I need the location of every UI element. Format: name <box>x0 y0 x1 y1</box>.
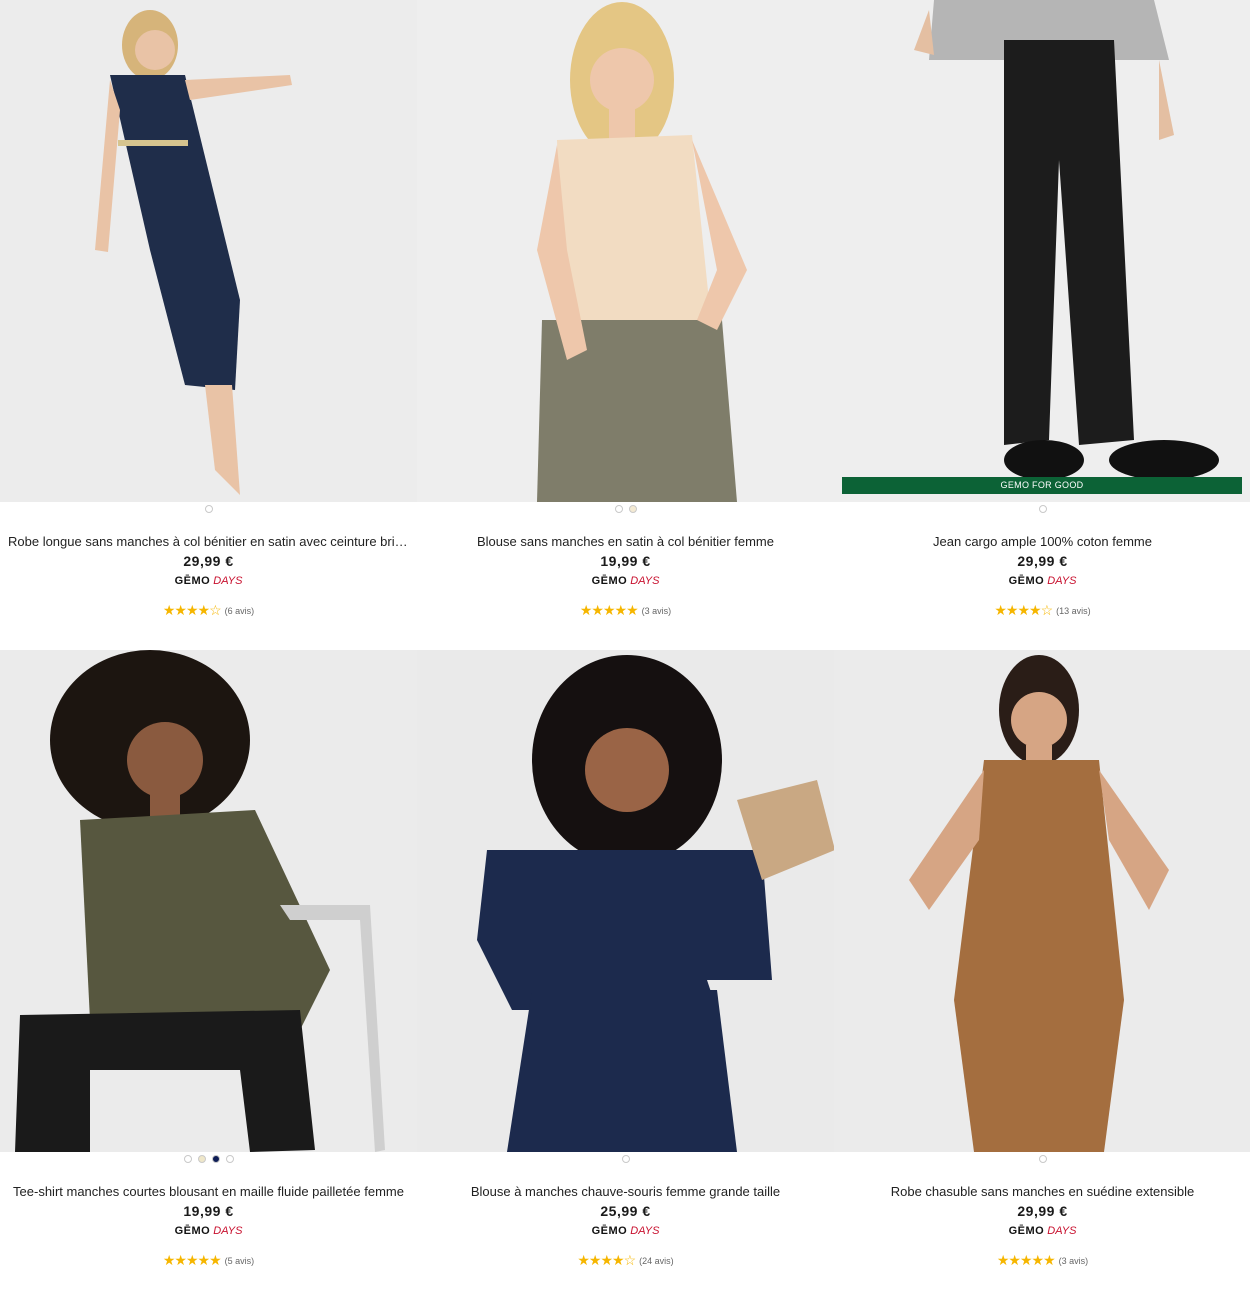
promo-brand: GĒMO <box>174 575 211 587</box>
star-rating-icon: ★★★★☆ <box>577 1252 636 1268</box>
promo-label: GĒMO DAYS <box>834 1225 1250 1237</box>
product-title[interactable]: Blouse à manches chauve-souris femme gra… <box>425 1184 826 1199</box>
product-image[interactable] <box>417 0 834 502</box>
promo-label: GĒMO DAYS <box>834 575 1250 587</box>
product-card[interactable]: Tee-shirt manches courtes blousant en ma… <box>0 650 417 1300</box>
promo-days: DAYS <box>630 575 660 587</box>
color-swatch[interactable] <box>211 1155 220 1163</box>
color-swatches <box>417 1155 834 1165</box>
product-price: 29,99 € <box>1017 553 1068 569</box>
product-card[interactable]: Robe chasuble sans manches en suédine ex… <box>834 650 1250 1300</box>
product-card[interactable]: Blouse à manches chauve-souris femme gra… <box>417 650 834 1300</box>
product-price: 29,99 € <box>183 553 234 569</box>
rating: ★★★★★ (5 avis) <box>0 1252 417 1269</box>
review-count[interactable]: (13 avis) <box>1056 606 1091 616</box>
rating: ★★★★☆ (6 avis) <box>0 602 417 619</box>
color-swatch[interactable] <box>1038 505 1047 513</box>
color-swatch[interactable] <box>621 1155 630 1163</box>
star-rating-icon: ★★★★☆ <box>994 602 1053 618</box>
star-rating-icon: ★★★★★ <box>162 1252 222 1268</box>
promo-brand: GĒMO <box>174 1225 211 1237</box>
product-title[interactable]: Blouse sans manches en satin à col bénit… <box>425 534 826 549</box>
promo-days: DAYS <box>213 575 243 587</box>
rating: ★★★★☆ (13 avis) <box>834 602 1250 619</box>
color-swatches <box>0 505 417 515</box>
product-image[interactable] <box>834 650 1250 1152</box>
product-title[interactable]: Robe chasuble sans manches en suédine ex… <box>842 1184 1243 1199</box>
promo-label: GĒMO DAYS <box>0 575 417 587</box>
sustainability-badge: GEMO FOR GOOD <box>842 477 1242 494</box>
product-image[interactable]: GEMO FOR GOOD <box>834 0 1250 502</box>
review-count[interactable]: (6 avis) <box>225 606 255 616</box>
product-card[interactable]: Robe longue sans manches à col bénitier … <box>0 0 417 650</box>
product-card[interactable]: GEMO FOR GOOD Jean cargo ample 100% coton… <box>834 0 1250 650</box>
color-swatch[interactable] <box>204 505 213 513</box>
review-count[interactable]: (3 avis) <box>1059 1256 1089 1266</box>
promo-days: DAYS <box>1047 1225 1077 1237</box>
product-card[interactable]: Blouse sans manches en satin à col bénit… <box>417 0 834 650</box>
color-swatch[interactable] <box>614 505 623 513</box>
product-price: 29,99 € <box>1017 1203 1068 1219</box>
review-count[interactable]: (3 avis) <box>642 606 672 616</box>
color-swatch[interactable] <box>225 1155 234 1163</box>
star-rating-icon: ★★★★★ <box>996 1252 1056 1268</box>
product-image[interactable] <box>0 650 417 1152</box>
promo-brand: GĒMO <box>591 575 628 587</box>
product-price: 19,99 € <box>600 553 651 569</box>
product-title[interactable]: Robe longue sans manches à col bénitier … <box>8 534 409 549</box>
rating: ★★★★☆ (24 avis) <box>417 1252 834 1269</box>
star-rating-icon: ★★★★☆ <box>162 602 222 618</box>
color-swatches <box>0 1155 417 1165</box>
color-swatches <box>834 505 1250 515</box>
color-swatches <box>834 1155 1250 1165</box>
product-price: 19,99 € <box>183 1203 234 1219</box>
product-title[interactable]: Jean cargo ample 100% coton femme <box>842 534 1243 549</box>
promo-brand: GĒMO <box>1008 575 1045 587</box>
promo-days: DAYS <box>630 1225 660 1237</box>
promo-label: GĒMO DAYS <box>417 575 834 587</box>
product-image[interactable] <box>0 0 417 502</box>
color-swatch[interactable] <box>197 1155 206 1163</box>
star-rating-icon: ★★★★★ <box>579 602 639 618</box>
color-swatch[interactable] <box>183 1155 192 1163</box>
promo-days: DAYS <box>1047 575 1077 587</box>
product-title[interactable]: Tee-shirt manches courtes blousant en ma… <box>8 1184 409 1199</box>
product-price: 25,99 € <box>600 1203 651 1219</box>
product-image[interactable] <box>417 650 834 1152</box>
color-swatches <box>417 505 834 515</box>
promo-days: DAYS <box>213 1225 243 1237</box>
product-grid: Robe longue sans manches à col bénitier … <box>0 0 1250 1268</box>
rating: ★★★★★ (3 avis) <box>834 1252 1250 1269</box>
promo-label: GĒMO DAYS <box>0 1225 417 1237</box>
review-count[interactable]: (5 avis) <box>225 1256 255 1266</box>
color-swatch[interactable] <box>628 505 637 513</box>
promo-brand: GĒMO <box>591 1225 628 1237</box>
rating: ★★★★★ (3 avis) <box>417 602 834 619</box>
promo-label: GĒMO DAYS <box>417 1225 834 1237</box>
color-swatch[interactable] <box>1038 1155 1047 1163</box>
promo-brand: GĒMO <box>1008 1225 1045 1237</box>
review-count[interactable]: (24 avis) <box>639 1256 674 1266</box>
